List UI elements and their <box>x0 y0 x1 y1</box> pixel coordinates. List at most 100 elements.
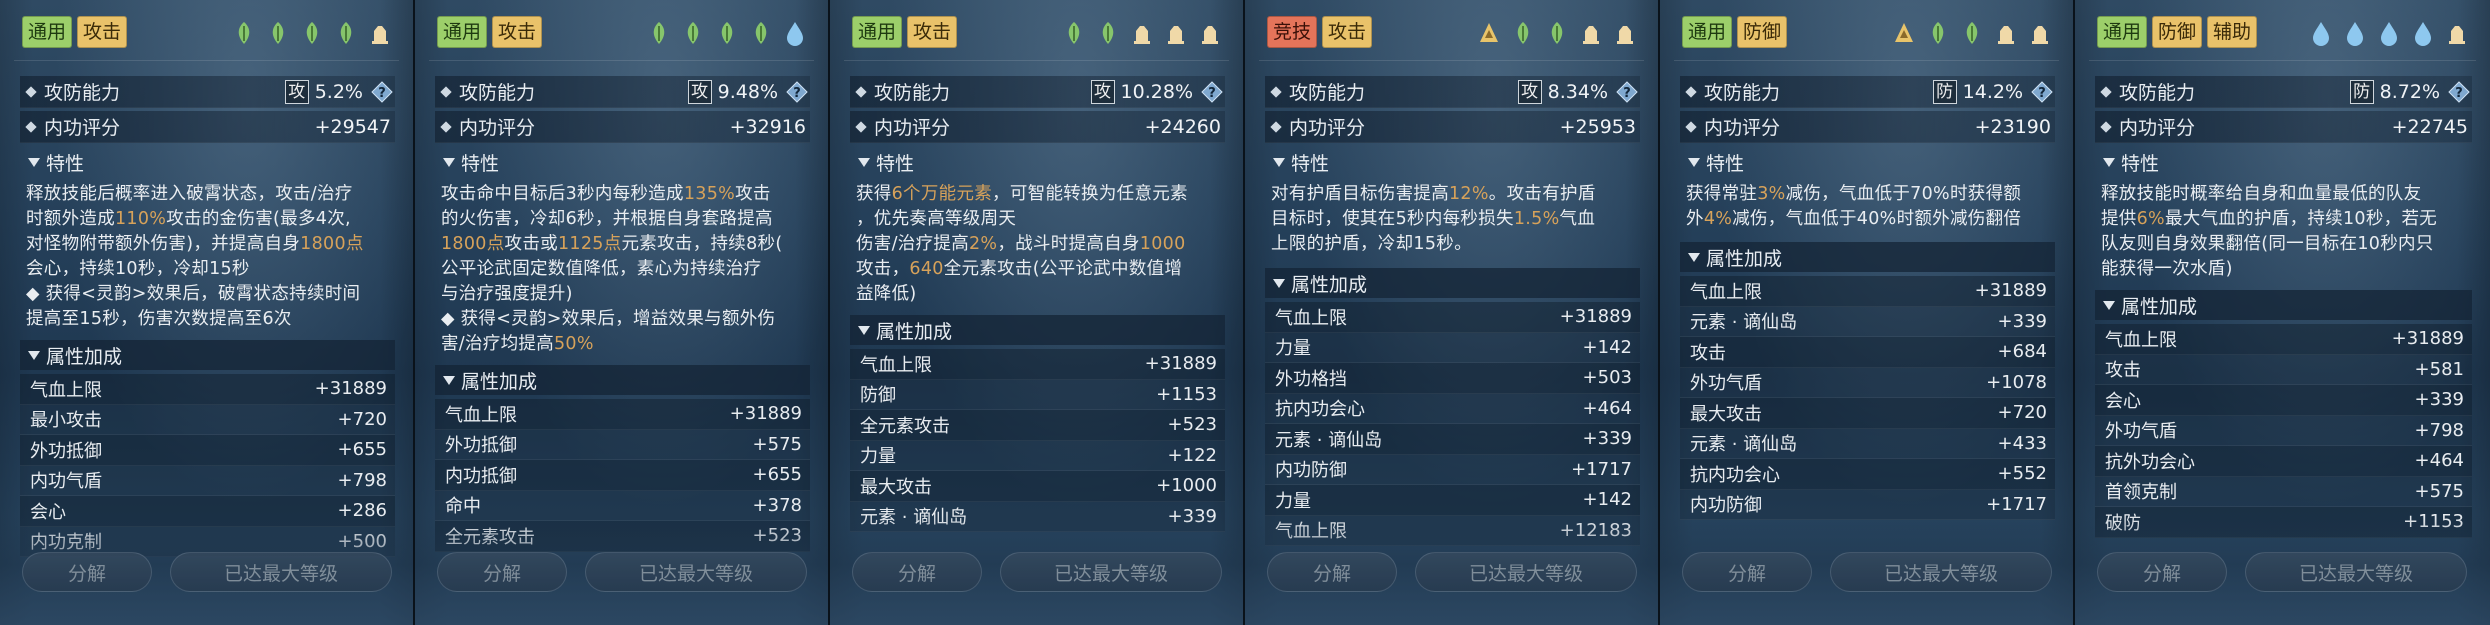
attribute-section-header[interactable]: 属性加成 <box>2095 290 2472 320</box>
inner-score-value: +32916 <box>729 115 806 138</box>
decompose-button[interactable]: 分解 <box>1682 552 1812 592</box>
help-icon[interactable]: ? <box>2448 80 2470 103</box>
leaf-gem-icon <box>716 20 738 46</box>
attribute-section-header[interactable]: 属性加成 <box>1265 268 1640 298</box>
attribute-name: 外功气盾 <box>1690 373 1762 395</box>
decompose-button[interactable]: 分解 <box>437 552 567 592</box>
help-icon[interactable]: ? <box>2031 80 2053 103</box>
inner-score-label: 内功评分 <box>44 117 121 139</box>
svg-text:?: ? <box>378 86 386 101</box>
trait-text: ，优先奏高等级周天 <box>856 209 1017 229</box>
inner-score-row: 内功评分 +22745 <box>2095 111 2472 143</box>
attribute-title: 属性加成 <box>2121 295 2198 318</box>
help-icon[interactable]: ? <box>1616 80 1638 103</box>
trait-text: ，战斗时提高自身 <box>997 234 1140 254</box>
attribute-value: +1153 <box>2403 511 2464 533</box>
attack-defense-value: 10.28% <box>1120 80 1193 103</box>
inner-score-value: +25953 <box>1559 115 1636 138</box>
max-level-button[interactable]: 已达最大等级 <box>1830 552 2052 592</box>
attribute-value: +720 <box>337 408 387 430</box>
attack-defense-label: 攻防能力 <box>44 82 121 104</box>
decompose-button[interactable]: 分解 <box>2097 552 2227 592</box>
stone-gem-icon <box>2446 20 2468 46</box>
attribute-name: 外功抵御 <box>30 440 102 462</box>
category-tag: 通用 <box>2097 16 2148 48</box>
drop-gem-icon <box>2310 20 2332 46</box>
decompose-button[interactable]: 分解 <box>1267 552 1397 592</box>
trait-section-header[interactable]: 特性 <box>1265 148 1329 176</box>
trait-line: 对怪物附带额外伤害)，并提高自身1800点 <box>26 232 385 257</box>
help-icon[interactable]: ? <box>1201 80 1223 103</box>
attribute-value: +798 <box>2414 419 2464 441</box>
trait-text: 攻击命中目标后3秒内每秒造成 <box>441 184 684 204</box>
trait-section-header[interactable]: 特性 <box>1680 148 1744 176</box>
attribute-list[interactable]: 气血上限 +31889 外功抵御 +575 内功抵御 +655 命中 +378 … <box>435 399 810 552</box>
trait-description: 释放技能时概率给自身和血量最低的队友 提供6%最大气血的护盾，持续10秒，若无 队友… <box>2101 182 2462 282</box>
decompose-button[interactable]: 分解 <box>22 552 152 592</box>
attribute-row: 气血上限 +31889 <box>2095 324 2472 355</box>
max-level-button[interactable]: 已达最大等级 <box>1000 552 1222 592</box>
attack-type-badge: 攻 <box>1090 79 1115 104</box>
trait-highlight-value: 1000 <box>1139 234 1186 254</box>
attribute-row: 最大攻击 +720 <box>1680 398 2055 429</box>
trait-line: 攻击命中目标后3秒内每秒造成135%攻击 <box>441 182 800 207</box>
attribute-list[interactable]: 气血上限 +31889 防御 +1153 全元素攻击 +523 力量 +122 … <box>850 349 1225 532</box>
help-icon[interactable]: ? <box>371 80 393 103</box>
collapse-triangle-icon <box>28 350 40 360</box>
trait-line: 释放技能时概率给自身和血量最低的队友 <box>2101 182 2462 207</box>
attribute-name: 外功格挡 <box>1275 368 1347 390</box>
attack-defense-label: 攻防能力 <box>459 82 536 104</box>
trait-text: 提供 <box>2101 209 2137 229</box>
attribute-row: 内功防御 +1717 <box>1265 454 1640 485</box>
attack-defense-label: 攻防能力 <box>1289 82 1366 104</box>
trait-text: 元素攻击，持续8秒( <box>621 234 783 254</box>
attribute-value: +523 <box>752 525 802 547</box>
trait-line: 外4%减伤，气血低于40%时额外减伤翻倍 <box>1686 207 2045 232</box>
max-level-button[interactable]: 已达最大等级 <box>2245 552 2467 592</box>
diamond-bullet-icon <box>25 120 37 133</box>
attribute-section-header[interactable]: 属性加成 <box>1680 242 2055 272</box>
max-level-button[interactable]: 已达最大等级 <box>170 552 392 592</box>
attribute-section-header[interactable]: 属性加成 <box>435 365 810 395</box>
leaf-gem-icon <box>1063 20 1085 46</box>
trait-section-header[interactable]: 特性 <box>435 148 499 176</box>
trait-title: 特性 <box>2121 152 2160 175</box>
attribute-name: 元素 · 谪仙岛 <box>1275 429 1383 451</box>
trait-line: 上限的护盾，冷却15秒。 <box>1271 232 1630 257</box>
trait-line: 能获得一次水盾) <box>2101 257 2462 282</box>
trait-section-header[interactable]: 特性 <box>2095 148 2159 176</box>
decompose-button[interactable]: 分解 <box>852 552 982 592</box>
trait-section-header[interactable]: 特性 <box>20 148 84 176</box>
attribute-list[interactable]: 气血上限 +31889 攻击 +581 会心 +339 外功气盾 +798 抗外… <box>2095 324 2472 538</box>
attribute-list[interactable]: 气血上限 +31889 元素 · 谪仙岛 +339 攻击 +684 外功气盾 +… <box>1680 276 2055 520</box>
category-tag: 竞技 <box>1267 16 1318 48</box>
attribute-name: 外功抵御 <box>445 435 517 457</box>
attribute-name: 内功防御 <box>1275 460 1347 482</box>
trait-line: ◆ 获得<灵韵>效果后，破霄状态持续时间 <box>26 282 385 307</box>
stone-gem-icon <box>1165 20 1187 46</box>
trait-text: 提高至15秒，伤害次数提高至6次 <box>26 309 292 329</box>
help-icon[interactable]: ? <box>786 80 808 103</box>
trait-text: 会心，持续10秒，冷却15秒 <box>26 259 250 279</box>
attribute-name: 最大攻击 <box>1690 403 1762 425</box>
attribute-value: +31889 <box>314 378 387 400</box>
drop-gem-icon <box>2412 20 2434 46</box>
attribute-row: 外功抵御 +655 <box>20 435 395 466</box>
attribute-title: 属性加成 <box>46 345 123 368</box>
attribute-name: 命中 <box>445 496 481 518</box>
attribute-list[interactable]: 气血上限 +31889 最小攻击 +720 外功抵御 +655 内功气盾 +79… <box>20 374 395 557</box>
inner-skill-card: 通用 攻击 攻防能力 攻 10.28% ? 内功评分 +24260 特性 获得6个… <box>830 0 1245 625</box>
category-tag: 通用 <box>852 16 903 48</box>
attribute-section-header[interactable]: 属性加成 <box>850 315 1225 345</box>
trait-highlight-value: 1800点 <box>300 234 364 254</box>
max-level-button[interactable]: 已达最大等级 <box>1415 552 1637 592</box>
attribute-list[interactable]: 气血上限 +31889 力量 +142 外功格挡 +503 抗内功会心 +464… <box>1265 302 1640 546</box>
collapse-triangle-icon <box>2103 157 2115 167</box>
max-level-button[interactable]: 已达最大等级 <box>585 552 807 592</box>
attribute-value: +12183 <box>1559 519 1632 541</box>
trait-section-header[interactable]: 特性 <box>850 148 914 176</box>
attribute-section-header[interactable]: 属性加成 <box>20 340 395 370</box>
leaf-gem-icon <box>1961 20 1983 46</box>
attribute-row: 全元素攻击 +523 <box>435 521 810 552</box>
svg-text:?: ? <box>2455 86 2463 101</box>
